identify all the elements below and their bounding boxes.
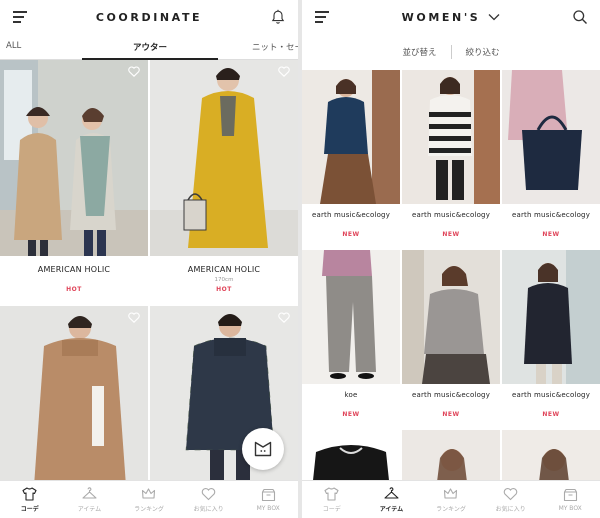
item-card[interactable]: earth music&ecology NEW <box>502 250 600 428</box>
brand-name: earth music&ecology <box>511 211 591 219</box>
item-photo <box>402 250 500 384</box>
nav-item-items[interactable]: アイテム <box>362 481 422 518</box>
bottom-nav: コーデ アイテム ランキング お気に入り MY BOX <box>0 480 298 518</box>
item-photo <box>302 70 400 204</box>
coordinate-card[interactable] <box>0 306 148 486</box>
item-photo <box>402 70 500 204</box>
nav-label: お気に入り <box>495 505 526 513</box>
new-badge: NEW <box>342 411 360 418</box>
coordinate-card[interactable]: AMERICAN HOLIC 170cm HOT <box>150 60 298 304</box>
page-title: COORDINATE <box>95 10 203 24</box>
closet-icon <box>254 441 272 457</box>
brand-name: earth music&ecology <box>511 391 591 399</box>
heart-icon <box>201 487 216 500</box>
brand-name: AMERICAN HOLIC <box>187 265 261 274</box>
coordinate-card[interactable]: AMERICAN HOLIC HOT <box>0 60 148 304</box>
nav-label: ランキング <box>436 505 466 513</box>
favorite-heart-icon[interactable] <box>128 312 140 323</box>
item-card[interactable]: earth music&ecology NEW <box>302 70 400 248</box>
nav-label: MY BOX <box>558 504 582 512</box>
hamburger-icon[interactable] <box>13 11 27 23</box>
item-photo <box>302 250 400 384</box>
item-card[interactable]: koe NEW <box>302 250 400 428</box>
nav-item-ranking[interactable]: ランキング <box>119 481 179 518</box>
sort-button[interactable]: 並び替え <box>402 46 436 58</box>
shirt-icon <box>22 486 37 501</box>
nav-label: アイテム <box>77 505 102 513</box>
category-tabs: ALL アウター ニット・セー <box>0 34 298 60</box>
brand-name: AMERICAN HOLIC <box>37 265 111 274</box>
nav-item-mybox[interactable]: MY BOX <box>238 481 298 518</box>
nav-label: MY BOX <box>256 504 280 512</box>
height-label: 170cm <box>214 277 234 283</box>
sort-filter-bar: 並び替え 絞り込む <box>302 34 600 70</box>
closet-fab-button[interactable] <box>242 428 284 470</box>
nav-item-coordinate[interactable]: コーデ <box>0 481 60 518</box>
coordinate-screen: COORDINATE ALL アウター ニット・セー AMERICAN HOLI… <box>0 0 298 518</box>
nav-item-items[interactable]: アイテム <box>60 481 120 518</box>
bell-icon[interactable] <box>270 9 286 25</box>
favorite-heart-icon[interactable] <box>278 312 290 323</box>
item-list-screen: WOMEN'S 並び替え 絞り込む earth music&ecology NE… <box>302 0 600 518</box>
nav-item-mybox[interactable]: MY BOX <box>540 481 600 518</box>
heart-icon <box>503 487 518 500</box>
crown-icon <box>444 487 458 499</box>
new-badge: NEW <box>542 231 560 238</box>
brand-name: earth music&ecology <box>411 211 491 219</box>
tab-knit[interactable]: ニット・セー <box>252 41 298 53</box>
coordinate-photo <box>0 306 148 486</box>
tab-outer[interactable]: アウター <box>133 41 167 53</box>
header: COORDINATE <box>0 0 298 34</box>
divider <box>450 45 452 59</box>
nav-label: ランキング <box>134 505 164 513</box>
item-card[interactable]: earth music&ecology NEW <box>402 250 500 428</box>
nav-item-ranking[interactable]: ランキング <box>421 481 481 518</box>
nav-label: アイテム <box>379 505 404 513</box>
brand-name: earth music&ecology <box>411 391 491 399</box>
hamburger-icon[interactable] <box>315 11 329 23</box>
brand-name: earth music&ecology <box>311 211 391 219</box>
crown-icon <box>142 487 156 499</box>
app-screens: COORDINATE ALL アウター ニット・セー AMERICAN HOLI… <box>0 0 600 518</box>
hot-badge: HOT <box>66 286 82 293</box>
item-card[interactable]: earth music&ecology NEW <box>502 70 600 248</box>
chevron-down-icon[interactable] <box>488 13 500 21</box>
nav-label: コーデ <box>322 505 341 513</box>
nav-label: お気に入り <box>193 505 224 513</box>
box-icon <box>261 488 275 501</box>
new-badge: NEW <box>442 411 460 418</box>
category-title[interactable]: WOMEN'S <box>402 11 481 24</box>
box-icon <box>563 488 577 501</box>
hanger-icon <box>384 486 399 499</box>
hot-badge: HOT <box>216 286 232 293</box>
item-photo <box>502 70 600 204</box>
coordinate-photo <box>150 60 298 256</box>
nav-label: コーデ <box>20 505 39 513</box>
hanger-icon <box>82 486 97 499</box>
header: WOMEN'S <box>302 0 600 34</box>
shirt-icon <box>324 486 339 501</box>
new-badge: NEW <box>542 411 560 418</box>
brand-name: koe <box>344 391 358 399</box>
coordinate-photo <box>0 60 148 256</box>
nav-item-favorites[interactable]: お気に入り <box>481 481 541 518</box>
new-badge: NEW <box>442 231 460 238</box>
nav-item-coordinate[interactable]: コーデ <box>302 481 362 518</box>
search-icon[interactable] <box>572 9 588 25</box>
favorite-heart-icon[interactable] <box>278 66 290 77</box>
filter-button[interactable]: 絞り込む <box>466 46 500 58</box>
new-badge: NEW <box>342 231 360 238</box>
item-photo <box>502 250 600 384</box>
bottom-nav: コーデ アイテム ランキング お気に入り MY BOX <box>302 480 600 518</box>
nav-item-favorites[interactable]: お気に入り <box>179 481 239 518</box>
item-card[interactable]: earth music&ecology NEW <box>402 70 500 248</box>
favorite-heart-icon[interactable] <box>128 66 140 77</box>
tab-all[interactable]: ALL <box>6 41 21 51</box>
